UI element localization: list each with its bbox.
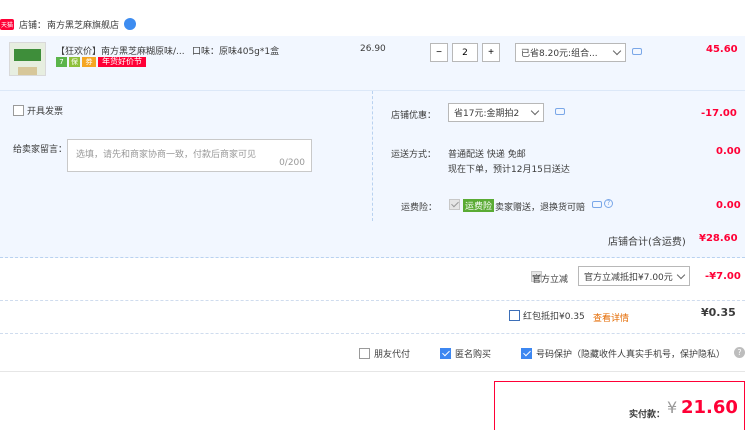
product-thumbnail[interactable] — [9, 42, 46, 76]
help-icon[interactable]: ? — [734, 347, 745, 358]
quantity-input[interactable] — [452, 43, 478, 62]
payment-summary-box: 实付款： ¥ 21.60 — [494, 381, 745, 430]
guarantee-icon: 保 — [69, 57, 80, 67]
row-divider — [0, 300, 745, 301]
shop-total-label: 店铺合计(含运费) — [608, 237, 686, 248]
red-packet-label: 红包抵扣¥0.35 — [523, 312, 585, 322]
wangwang-chat-icon[interactable] — [124, 18, 137, 30]
chevron-down-icon — [530, 106, 540, 116]
delivery-method: 普通配送 快递 免邮 — [448, 150, 526, 160]
official-discount-value: 官方立减抵扣¥7.00元 — [584, 272, 673, 283]
row-divider — [0, 333, 745, 334]
quantity-stepper: − + — [430, 43, 500, 62]
product-badges: 7 保 券 年货好价节 — [56, 57, 146, 67]
red-packet-amount: ¥0.35 — [701, 306, 736, 319]
number-protection-label: 号码保护（隐藏收件人真实手机号，保护隐私） — [536, 350, 726, 360]
payment-label: 实付款： — [629, 410, 666, 420]
invoice-option[interactable]: 开具发票 — [13, 104, 63, 117]
invoice-checkbox[interactable] — [13, 105, 24, 116]
shop-discount-label: 店铺优惠： — [391, 111, 437, 121]
delivery-label: 运送方式： — [391, 150, 437, 160]
shipping-insurance-text: 卖家赠送，退换货可赔 — [495, 203, 586, 213]
quantity-decrease-button[interactable]: − — [430, 43, 448, 62]
chevron-down-icon — [676, 270, 686, 279]
friend-pay-label: 朋友代付 — [374, 350, 411, 360]
number-protection-checkbox[interactable] — [521, 348, 532, 359]
red-packet-option[interactable]: 红包抵扣¥0.35 — [509, 309, 585, 322]
chevron-down-icon — [612, 46, 622, 56]
row-divider — [0, 371, 745, 372]
seller-message-label: 给卖家留言： — [13, 145, 68, 155]
friend-pay-option[interactable]: 朋友代付 — [359, 347, 410, 360]
red-packet-checkbox[interactable] — [509, 310, 520, 321]
anonymous-purchase-checkbox[interactable] — [440, 348, 451, 359]
unit-price: 26.90 — [360, 44, 386, 54]
delivery-estimate: 现在下单，预计12月15日送达 — [448, 165, 570, 175]
shop-discount-select[interactable]: 省17元:金期拍2 — [448, 103, 544, 122]
item-discount-select[interactable]: 已省8.20元:组合... — [515, 43, 626, 62]
official-discount-amount: -¥7.00 — [705, 271, 741, 282]
product-title[interactable]: 【狂欢价】南方黑芝麻糊原味/... — [56, 44, 185, 57]
product-sku: 口味：原味405g*1盒 — [192, 47, 280, 57]
shop-label: 店铺： — [19, 20, 47, 31]
help-icon[interactable]: ? — [604, 199, 613, 208]
coupon-icon: 券 — [82, 57, 96, 67]
item-subtotal: 45.60 — [706, 44, 738, 55]
official-discount-label: 官方立减 — [532, 275, 569, 285]
shipping-insurance-amount: 0.00 — [716, 200, 741, 211]
red-packet-details-link[interactable]: 查看详情 — [593, 311, 629, 324]
anonymous-purchase-option[interactable]: 匿名购买 — [440, 347, 491, 360]
shipping-insurance-label: 运费险： — [401, 203, 438, 213]
promo-badge: 年货好价节 — [98, 57, 146, 67]
shop-total-amount: ¥28.60 — [699, 233, 738, 244]
anonymous-purchase-label: 匿名购买 — [455, 350, 492, 360]
seller-message-placeholder: 选填，请先和商家协商一致，付款后商家可见 — [76, 150, 257, 160]
seller-message-field[interactable]: 选填，请先和商家协商一致，付款后商家可见 0/200 — [67, 139, 312, 172]
item-discount-value: 已省8.20元:组合... — [521, 49, 598, 59]
delivery-amount: 0.00 — [716, 146, 741, 157]
seven-day-return-icon: 7 — [56, 57, 67, 67]
chat-icon[interactable] — [632, 48, 642, 55]
chat-icon[interactable] — [555, 108, 565, 115]
friend-pay-checkbox[interactable] — [359, 348, 370, 359]
shipping-insurance-tag: 运费险 — [463, 199, 495, 212]
shop-header: 天猫 店铺： 南方黑芝麻旗舰店 — [0, 15, 137, 33]
quantity-increase-button[interactable]: + — [482, 43, 500, 62]
number-protection-option[interactable]: 号码保护（隐藏收件人真实手机号，保护隐私） — [521, 347, 725, 360]
panel-divider — [372, 91, 373, 221]
chat-icon[interactable] — [592, 201, 602, 208]
official-discount-select[interactable]: 官方立减抵扣¥7.00元 — [578, 266, 690, 286]
invoice-label: 开具发票 — [27, 107, 64, 117]
shop-discount-amount: -17.00 — [701, 108, 737, 119]
shop-name[interactable]: 南方黑芝麻旗舰店 — [47, 18, 119, 31]
message-char-counter: 0/200 — [279, 158, 305, 168]
payment-amount: 21.60 — [681, 397, 738, 418]
payment-currency: ¥ — [667, 398, 678, 417]
tmall-tag-icon: 天猫 — [0, 18, 15, 30]
shop-discount-value: 省17元:金期拍2 — [454, 109, 520, 119]
shipping-insurance-checkbox — [449, 199, 460, 210]
